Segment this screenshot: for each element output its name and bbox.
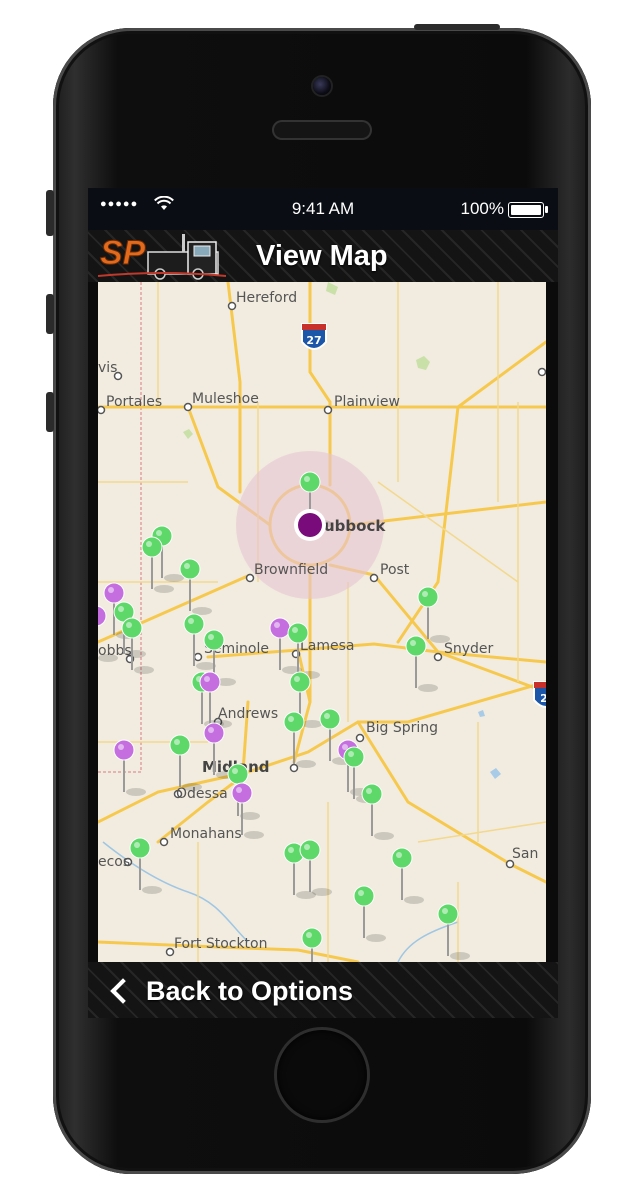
interstate-20-shield-icon: 2 bbox=[533, 681, 546, 708]
volume-up-button bbox=[46, 294, 54, 334]
city-label-lamesa: Lamesa bbox=[300, 638, 355, 654]
city-dot-east bbox=[537, 367, 546, 377]
home-button[interactable] bbox=[277, 1030, 367, 1120]
city-label-pecos: ecos bbox=[98, 854, 130, 870]
city-label-plainview: Plainview bbox=[334, 394, 400, 410]
battery-icon bbox=[508, 202, 548, 218]
city-dot-snyder bbox=[433, 652, 443, 662]
city-dot-big_spring bbox=[355, 733, 365, 743]
city-label-lubbock: ubbock bbox=[324, 517, 386, 535]
map-view[interactable]: Hereford vis Portales Muleshoe Plainview ubbo… bbox=[98, 282, 546, 962]
city-label-monahans: Monahans bbox=[170, 826, 242, 842]
city-label-fort_stockton: Fort Stockton bbox=[174, 936, 268, 952]
back-to-options-button[interactable]: Back to Options bbox=[108, 974, 353, 1008]
nav-bar: SP View Map bbox=[88, 230, 558, 282]
city-label-hereford: Hereford bbox=[236, 290, 297, 306]
city-dot-portales bbox=[98, 405, 106, 415]
city-dot-monahans bbox=[159, 837, 169, 847]
map-canvas[interactable]: Hereford vis Portales Muleshoe Plainview ubbo… bbox=[98, 282, 546, 962]
city-label-vis: vis bbox=[98, 360, 117, 376]
interstate-27-shield-icon: 27 bbox=[301, 323, 327, 350]
city-label-andrews: Andrews bbox=[218, 706, 278, 722]
company-logo: SP bbox=[98, 234, 226, 280]
svg-text:SP: SP bbox=[100, 234, 146, 272]
chevron-left-icon bbox=[110, 978, 136, 1004]
city-dot-fort_stockton bbox=[165, 947, 175, 957]
mute-switch bbox=[46, 190, 54, 236]
phone-screen: ●●●●● 9:41 AM 100% SP View Map Hereford … bbox=[88, 188, 558, 1018]
city-label-san: San bbox=[512, 846, 538, 862]
svg-text:27: 27 bbox=[306, 334, 321, 347]
city-label-post: Post bbox=[380, 562, 410, 578]
current-location-marker[interactable] bbox=[294, 509, 326, 541]
battery-percent: 100% bbox=[460, 199, 504, 218]
earpiece-speaker bbox=[272, 120, 372, 140]
city-label-big_spring: Big Spring bbox=[366, 720, 438, 736]
svg-text:2: 2 bbox=[540, 692, 546, 705]
city-label-portales: Portales bbox=[106, 394, 162, 410]
city-dot-brownfield bbox=[245, 573, 255, 583]
city-dot-hereford bbox=[227, 301, 237, 311]
page-title: View Map bbox=[256, 240, 388, 272]
back-button-label: Back to Options bbox=[146, 975, 354, 1006]
city-dot-midland bbox=[289, 763, 299, 773]
front-camera bbox=[313, 77, 331, 95]
status-bar: ●●●●● 9:41 AM 100% bbox=[88, 188, 558, 230]
city-label-snyder: Snyder bbox=[444, 641, 494, 657]
city-label-muleshoe: Muleshoe bbox=[192, 391, 259, 407]
bottom-toolbar: Back to Options bbox=[88, 962, 558, 1018]
city-dot-muleshoe bbox=[183, 402, 193, 412]
volume-down-button bbox=[46, 392, 54, 432]
city-dot-plainview bbox=[323, 405, 333, 415]
power-button bbox=[414, 24, 500, 30]
city-label-brownfield: Brownfield bbox=[254, 562, 328, 578]
city-dot-seminole bbox=[193, 652, 203, 662]
city-dot-post bbox=[369, 573, 379, 583]
